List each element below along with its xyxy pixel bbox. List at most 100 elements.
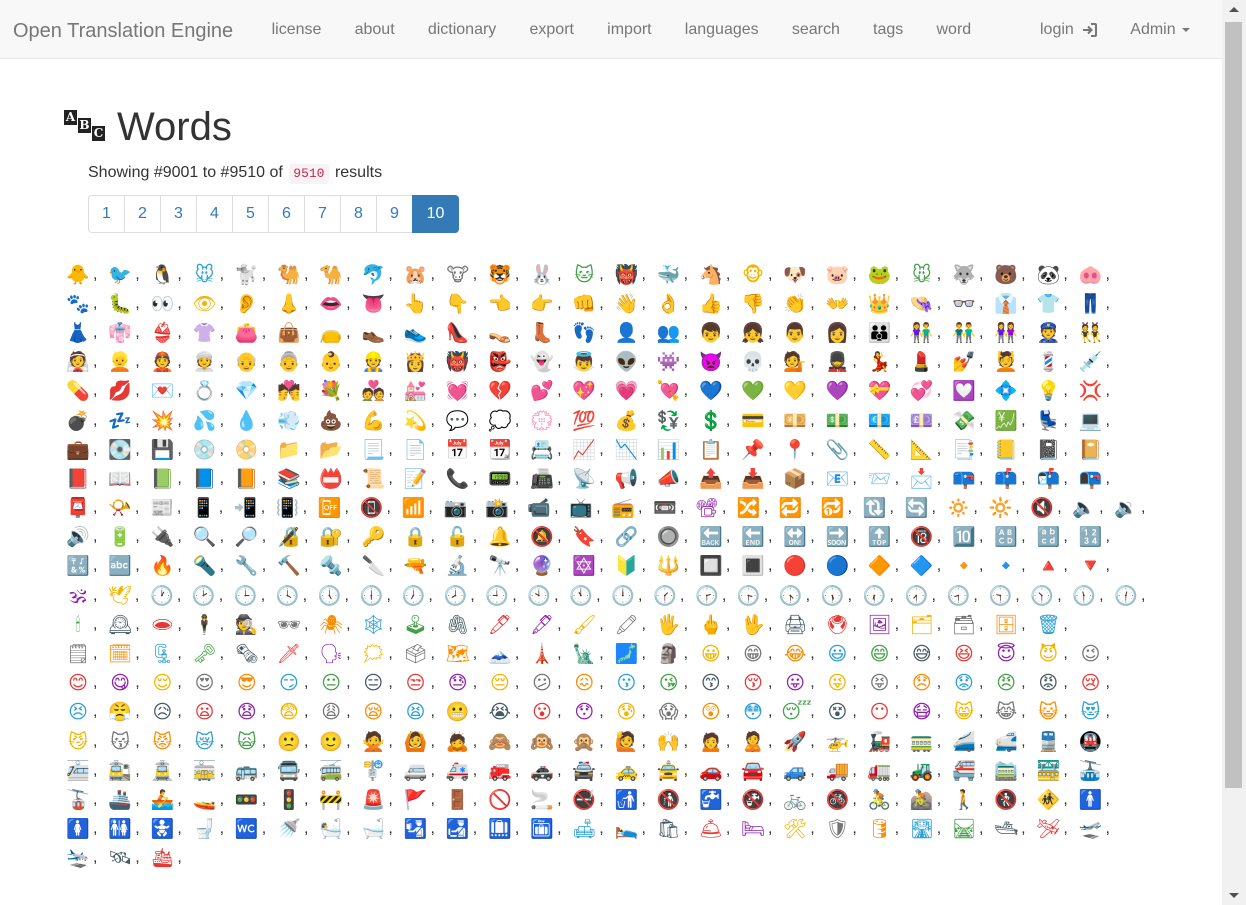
word-link[interactable]: 🛬,	[64, 844, 106, 873]
word-link[interactable]: 💗,	[612, 377, 654, 406]
word-link[interactable]: 📓,	[1034, 435, 1076, 464]
word-link[interactable]: 📷,	[441, 494, 483, 523]
word-link[interactable]: 📉,	[612, 435, 654, 464]
word-link[interactable]: 🛥,	[992, 815, 1034, 844]
word-link[interactable]: 📵,	[357, 494, 399, 523]
word-link[interactable]: 🐳,	[655, 260, 697, 289]
word-link[interactable]: 👋,	[612, 289, 654, 318]
word-link[interactable]: 🔍,	[191, 523, 233, 552]
word-link[interactable]: 👦,	[697, 318, 739, 347]
word-link[interactable]: 👴,	[233, 348, 275, 377]
word-link[interactable]: 🚻,	[106, 815, 148, 844]
word-link[interactable]: 🙍,	[697, 727, 739, 756]
word-link[interactable]: 🔝,	[866, 523, 908, 552]
word-link[interactable]: 🔌,	[148, 523, 190, 552]
word-link[interactable]: 😏,	[275, 669, 317, 698]
word-link[interactable]: 🕓,	[274, 581, 316, 610]
word-link[interactable]: 🛤,	[950, 815, 992, 844]
word-link[interactable]: 🛢,	[866, 815, 908, 844]
word-link[interactable]: 💝,	[866, 377, 908, 406]
word-link[interactable]: 😽,	[106, 727, 148, 756]
word-link[interactable]: 👘,	[106, 318, 148, 347]
word-link[interactable]: 🔄,	[902, 494, 944, 523]
word-link[interactable]: 🔛,	[781, 523, 823, 552]
word-link[interactable]: 🐸,	[866, 260, 908, 289]
word-link[interactable]: 👹,	[444, 348, 486, 377]
word-link[interactable]: 🕦,	[1070, 581, 1112, 610]
word-link[interactable]: 😛,	[781, 669, 823, 698]
word-link[interactable]: 💮,	[528, 406, 570, 435]
word-link[interactable]: 🐧,	[148, 260, 190, 289]
word-link[interactable]: 😍,	[191, 669, 233, 698]
word-link[interactable]: 🚀,	[781, 727, 823, 756]
word-link[interactable]: 💒,	[402, 377, 444, 406]
word-link[interactable]: 💿,	[191, 435, 233, 464]
word-link[interactable]: 📐,	[908, 435, 950, 464]
scrollbar[interactable]	[1222, 0, 1246, 905]
word-link[interactable]: 😲,	[697, 698, 739, 727]
nav-tags[interactable]: tags	[856, 0, 919, 59]
nav-languages[interactable]: languages	[668, 0, 775, 59]
page-link-3[interactable]: 3	[160, 195, 197, 233]
word-link[interactable]: 🚝,	[950, 756, 992, 785]
word-link[interactable]: 🔓,	[444, 523, 486, 552]
page-link-7[interactable]: 7	[304, 195, 341, 233]
word-link[interactable]: 🔨,	[275, 552, 317, 581]
word-link[interactable]: 🕯,	[64, 610, 106, 639]
word-link[interactable]: 🕑,	[190, 581, 232, 610]
word-link[interactable]: 👁,	[191, 289, 233, 318]
word-link[interactable]: 🔁,	[777, 494, 819, 523]
word-link[interactable]: 👳,	[191, 348, 233, 377]
word-link[interactable]: 🛅,	[528, 815, 570, 844]
word-link[interactable]: 👱,	[106, 348, 148, 377]
word-link[interactable]: 🚫,	[486, 785, 528, 814]
word-link[interactable]: 🚊,	[148, 756, 190, 785]
word-link[interactable]: 🐱,	[570, 260, 612, 289]
word-link[interactable]: 🗯,	[359, 640, 401, 669]
word-link[interactable]: 👺,	[486, 348, 528, 377]
word-link[interactable]: 🔯,	[570, 552, 612, 581]
word-link[interactable]: 🗳,	[402, 640, 444, 669]
word-link[interactable]: 🕞,	[735, 581, 777, 610]
word-link[interactable]: 📴,	[316, 494, 358, 523]
word-link[interactable]: 🔬,	[444, 552, 486, 581]
word-link[interactable]: 👚,	[191, 318, 233, 347]
word-link[interactable]: 🕵,	[233, 610, 275, 639]
nav-export[interactable]: export	[513, 0, 591, 59]
word-link[interactable]: 📈,	[570, 435, 612, 464]
word-link[interactable]: 🐭,	[908, 260, 950, 289]
word-link[interactable]: 💘,	[655, 377, 697, 406]
word-link[interactable]: 🔜,	[823, 523, 865, 552]
word-link[interactable]: 🚬,	[528, 785, 570, 814]
word-link[interactable]: 🔰,	[612, 552, 654, 581]
word-link[interactable]: 💷,	[908, 406, 950, 435]
word-link[interactable]: 📝,	[402, 464, 444, 493]
word-link[interactable]: 👿,	[697, 348, 739, 377]
word-link[interactable]: 🗒,	[64, 640, 106, 669]
word-link[interactable]: 👉,	[528, 289, 570, 318]
word-link[interactable]: 🔷,	[908, 552, 950, 581]
word-link[interactable]: 😂,	[781, 640, 823, 669]
word-link[interactable]: 🔏,	[275, 523, 317, 552]
word-link[interactable]: 😢,	[1077, 669, 1119, 698]
word-link[interactable]: 📲,	[232, 494, 274, 523]
word-link[interactable]: 💙,	[697, 377, 739, 406]
word-link[interactable]: 🔪,	[359, 552, 401, 581]
word-link[interactable]: 🚴,	[866, 785, 908, 814]
word-link[interactable]: 🛁,	[359, 815, 401, 844]
word-link[interactable]: 👆,	[402, 289, 444, 318]
word-link[interactable]: 🔦,	[191, 552, 233, 581]
word-link[interactable]: 🚵,	[908, 785, 950, 814]
word-link[interactable]: 😸,	[950, 698, 992, 727]
word-link[interactable]: 🛃,	[444, 815, 486, 844]
word-link[interactable]: 😭,	[486, 698, 528, 727]
word-link[interactable]: 🐼,	[1034, 260, 1076, 289]
word-link[interactable]: 📭,	[1077, 464, 1119, 493]
word-link[interactable]: 😇,	[992, 640, 1034, 669]
word-link[interactable]: 🗣,	[317, 640, 359, 669]
word-link[interactable]: 💓,	[444, 377, 486, 406]
word-link[interactable]: 🛣,	[908, 815, 950, 844]
word-link[interactable]: 😫,	[402, 698, 444, 727]
word-link[interactable]: 👐,	[823, 289, 865, 318]
word-link[interactable]: 👸,	[402, 348, 444, 377]
